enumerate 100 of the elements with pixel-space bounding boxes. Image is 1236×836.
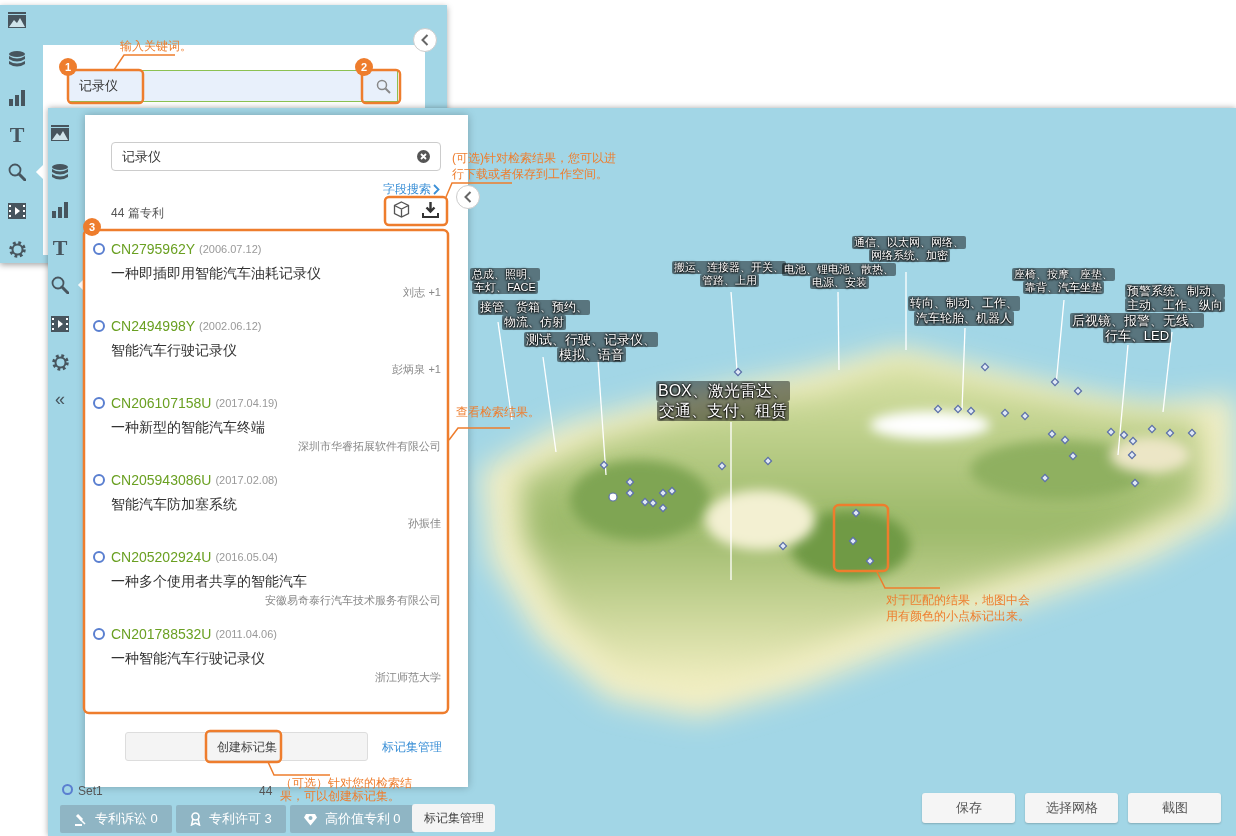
map-point[interactable] — [1106, 427, 1116, 437]
ring-icon — [62, 784, 73, 795]
map-point[interactable] — [640, 497, 650, 507]
database-icon[interactable] — [9, 50, 25, 68]
patent-number-link[interactable]: CN2795962Y — [111, 238, 196, 260]
search-field[interactable]: 记录仪 — [111, 142, 441, 171]
patent-number-link[interactable]: CN206107158U — [111, 392, 212, 414]
map-point[interactable] — [658, 488, 668, 498]
patent-title: 一种新型的智能汽车终端 — [110, 418, 266, 437]
map-point[interactable] — [625, 488, 635, 498]
chevron-right-icon — [433, 183, 440, 195]
patent-owner: 刘志 +1 — [403, 285, 441, 299]
leader-line — [267, 761, 331, 776]
map-point[interactable] — [733, 367, 743, 377]
map-action-button[interactable]: 选择网格 — [1025, 793, 1118, 823]
map-point[interactable] — [1130, 478, 1140, 488]
film-icon[interactable] — [8, 203, 26, 219]
map-point[interactable] — [1073, 386, 1083, 396]
database-icon[interactable] — [52, 163, 68, 181]
stat-button[interactable]: 高价值专利 0 — [289, 805, 415, 833]
annotation-text: （可选）针对您的检索结果，可以创建标记集。 — [280, 777, 413, 803]
patent-number-link[interactable]: CN205943086U — [111, 469, 212, 491]
ribbon-icon — [189, 812, 201, 826]
result-count: 44 篇专利 — [111, 205, 164, 222]
stat-button[interactable]: 专利诉讼 0 — [60, 805, 172, 833]
field-search-link[interactable]: 字段搜索 — [383, 180, 440, 198]
marker-set-management-button[interactable]: 标记集管理 — [412, 804, 495, 832]
search-field[interactable]: 记录仪 — [68, 70, 398, 102]
patent-title: 智能汽车防加塞系统 — [110, 495, 238, 514]
image-icon[interactable] — [51, 125, 69, 141]
map-point[interactable] — [608, 492, 618, 502]
map-point[interactable] — [1040, 473, 1050, 483]
map-point[interactable] — [1068, 451, 1078, 461]
map-point[interactable] — [1127, 450, 1137, 460]
map-point[interactable] — [763, 456, 773, 466]
settings-icon[interactable] — [51, 353, 69, 371]
search-icon[interactable] — [51, 276, 69, 294]
patent-owner: 彭炳泉 +1 — [392, 362, 441, 376]
map-label: BOX、激光雷达、 — [656, 381, 790, 401]
patent-date: (2017.04.19) — [215, 395, 278, 411]
patent-number-link[interactable]: CN205202924U — [111, 546, 212, 568]
patent-number-link[interactable]: CN201788532U — [111, 623, 212, 645]
text-tool-icon[interactable]: T — [52, 237, 68, 259]
collapse-icon[interactable]: « — [55, 390, 65, 408]
map-point[interactable] — [966, 406, 976, 416]
patent-number-link[interactable]: CN2494998Y — [111, 315, 196, 337]
map-point[interactable] — [1020, 411, 1030, 421]
image-icon[interactable] — [8, 12, 26, 28]
map-point[interactable] — [667, 486, 677, 496]
stat-button[interactable]: 专利许可 3 — [175, 805, 286, 833]
map-point[interactable] — [953, 404, 963, 414]
map-point[interactable] — [1147, 424, 1157, 434]
collapse-button[interactable] — [456, 185, 480, 209]
settings-icon[interactable] — [8, 240, 26, 258]
clear-icon[interactable] — [417, 150, 430, 163]
map-action-button[interactable]: 保存 — [922, 793, 1015, 823]
map-point[interactable] — [1128, 436, 1138, 446]
map-point[interactable] — [980, 362, 990, 372]
highlight-frame — [832, 503, 890, 573]
map-label: 交通、支付、租赁 — [656, 401, 789, 421]
text-tool-icon[interactable]: T — [9, 124, 25, 146]
map-point[interactable] — [658, 503, 668, 513]
map-point[interactable] — [851, 508, 861, 518]
marker-set-name: Set1 — [78, 783, 103, 800]
chevron-left-icon — [464, 191, 472, 203]
annotation-text: 输入关键词。 — [120, 38, 192, 54]
ring-icon — [93, 397, 105, 409]
map-point[interactable] — [648, 498, 658, 508]
collapse-button[interactable] — [413, 28, 437, 52]
map-point[interactable] — [1000, 408, 1010, 418]
map-point[interactable] — [778, 541, 788, 551]
ring-icon — [93, 243, 105, 255]
map-point[interactable] — [1060, 435, 1070, 445]
marker-set-management-link[interactable]: 标记集管理 — [382, 738, 442, 756]
patent-owner: 安徽易奇泰行汽车技术服务有限公司 — [265, 593, 441, 607]
map-point[interactable] — [1050, 377, 1060, 387]
map-point[interactable] — [933, 404, 943, 414]
patent-date: (2011.04.06) — [215, 626, 277, 642]
ring-icon — [93, 320, 105, 332]
cube-icon[interactable] — [393, 201, 410, 218]
patent-date: (2016.05.04) — [215, 549, 278, 565]
map-point[interactable] — [599, 460, 609, 470]
map-point[interactable] — [1187, 428, 1197, 438]
bar-chart-icon[interactable] — [51, 202, 69, 218]
search-icon[interactable] — [8, 163, 26, 181]
map-action-button[interactable]: 截图 — [1128, 793, 1221, 823]
film-icon[interactable] — [51, 316, 69, 332]
download-icon[interactable] — [422, 201, 439, 218]
leader-line — [876, 571, 941, 589]
map-point[interactable] — [717, 461, 727, 471]
marker-set-count: 44 — [259, 783, 273, 800]
create-marker-set-button[interactable]: 创建标记集 — [125, 732, 368, 761]
map-point[interactable] — [865, 556, 875, 566]
patent-date: (2002.06.12) — [199, 318, 262, 334]
patent-title: 一种多个使用者共享的智能汽车 — [110, 572, 308, 591]
map-label: 总成、照明、 — [470, 268, 540, 281]
map-point[interactable] — [848, 536, 858, 546]
map-point[interactable] — [625, 477, 635, 487]
patent-title: 一种即插即用智能汽车油耗记录仪 — [110, 264, 322, 283]
bar-chart-icon[interactable] — [8, 90, 26, 106]
